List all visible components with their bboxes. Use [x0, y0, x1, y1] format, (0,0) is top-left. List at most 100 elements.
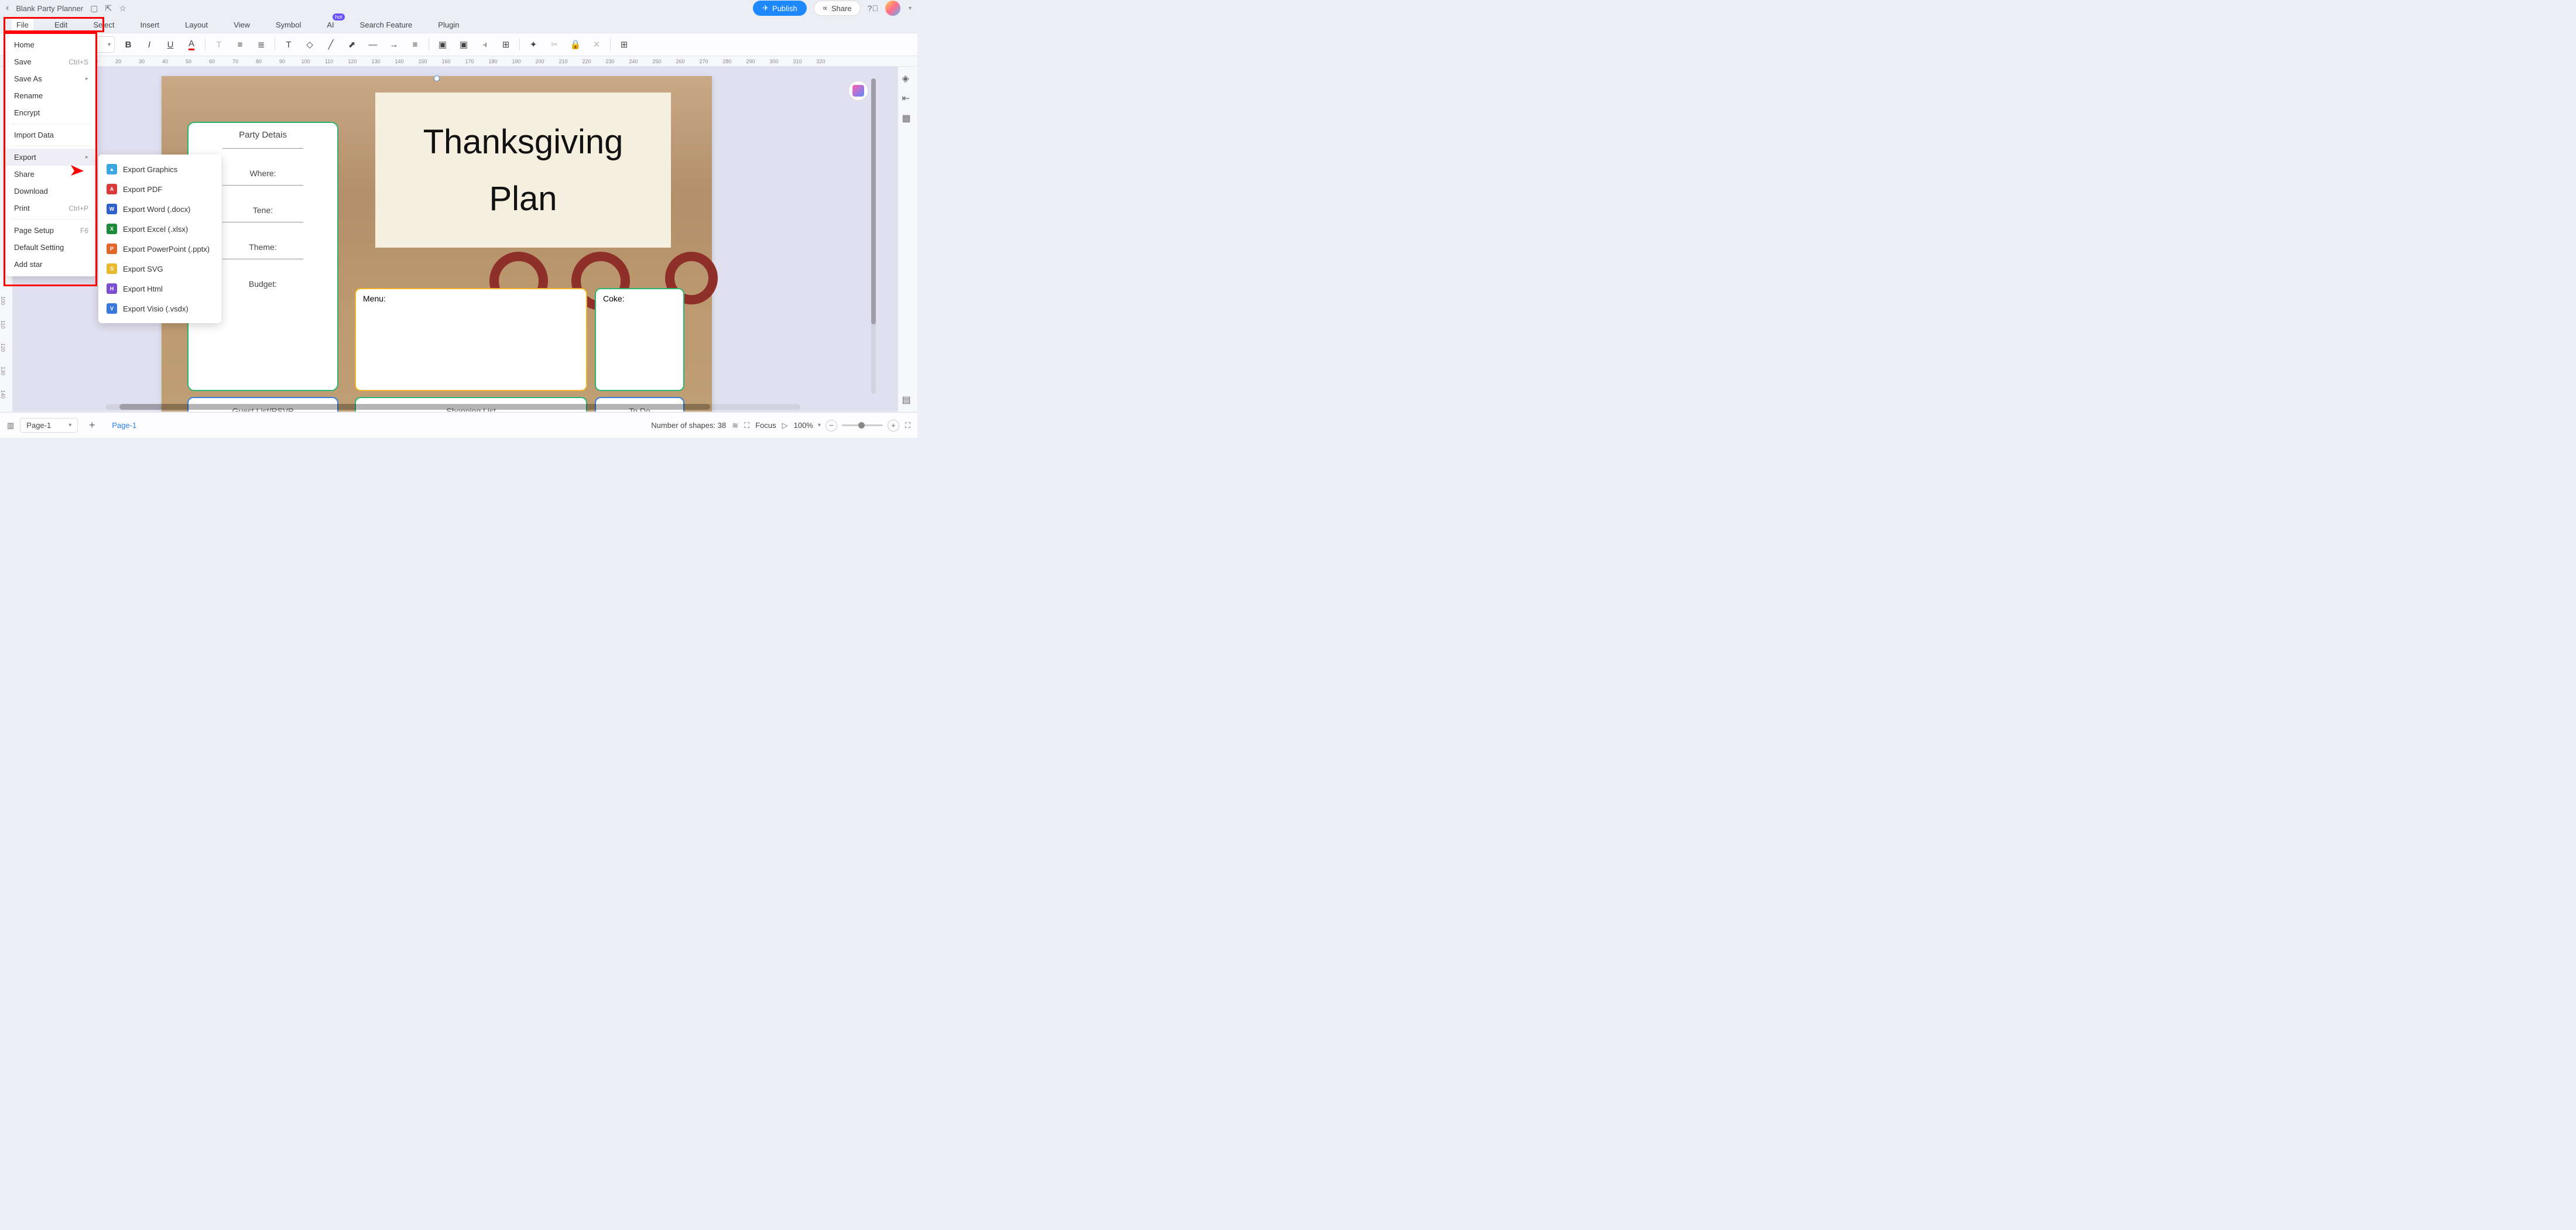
italic-button[interactable]: I	[142, 37, 157, 52]
line-weight-button[interactable]: ≡	[407, 37, 423, 52]
collapse-panel-icon[interactable]: ⇤	[902, 92, 914, 104]
menu-item-encrypt[interactable]: Encrypt	[6, 104, 97, 121]
right-panel: ◈ ⇤ ▦ ▤	[898, 67, 917, 412]
font-case-button[interactable]: T	[211, 37, 227, 52]
file-dropdown-menu: Home SaveCtrl+S Save As▸ Rename Encrypt …	[6, 33, 97, 276]
ai-assistant-button[interactable]	[848, 81, 868, 101]
menu-layout[interactable]: Layout	[180, 18, 213, 32]
user-avatar[interactable]	[885, 1, 900, 16]
menu-item-export[interactable]: Export▸	[6, 149, 97, 166]
title-bar: ‹ Blank Party Planner ▢ ⇱ ☆ ✈ Publish ∝ …	[0, 0, 917, 16]
line-spacing-button[interactable]: ≣	[254, 37, 269, 52]
export-powerpoint[interactable]: PExport PowerPoint (.pptx)	[98, 239, 221, 259]
diamond-tool-icon[interactable]: ◈	[902, 73, 914, 84]
export-pdf[interactable]: AExport PDF	[98, 179, 221, 199]
layers-icon[interactable]: ≋	[732, 421, 738, 430]
underline-button[interactable]: U	[163, 37, 178, 52]
line-style-button[interactable]: —	[365, 37, 381, 52]
open-external-icon[interactable]: ⇱	[105, 4, 112, 13]
grid-view-icon[interactable]: ▦	[902, 112, 914, 124]
fill-button[interactable]: ◇	[302, 37, 317, 52]
arrow-style-button[interactable]: →	[386, 37, 402, 52]
document-name[interactable]: Blank Party Planner	[16, 4, 83, 13]
chevron-down-icon[interactable]: ▾	[818, 422, 821, 429]
export-word[interactable]: WExport Word (.docx)	[98, 199, 221, 219]
panel-toggle-icon[interactable]: ▥	[7, 421, 14, 430]
horizontal-scrollbar[interactable]	[105, 404, 800, 410]
align-objects-button[interactable]: ⫞	[477, 37, 492, 52]
menu-search-feature[interactable]: Search Feature	[355, 18, 417, 32]
bring-front-button[interactable]: ▣	[456, 37, 471, 52]
share-icon: ∝	[823, 4, 828, 13]
export-visio[interactable]: VExport Visio (.vsdx)	[98, 299, 221, 318]
zoom-level[interactable]: 100%	[794, 421, 813, 430]
vertical-scrollbar[interactable]	[871, 78, 876, 394]
menu-view[interactable]: View	[229, 18, 255, 32]
menu-item-page-setup[interactable]: Page SetupF6	[6, 222, 97, 239]
formatting-toolbar: Arial ▾ 12 ▾ B I U A T ≡ ≣ T ◇ ╱ ⬈ — → ≡…	[0, 33, 917, 56]
menu-select[interactable]: Select	[88, 18, 119, 32]
export-excel[interactable]: XExport Excel (.xlsx)	[98, 219, 221, 239]
publish-button[interactable]: ✈ Publish	[753, 1, 807, 16]
menu-symbol[interactable]: Symbol	[271, 18, 306, 32]
submenu-arrow-icon: ▸	[85, 76, 88, 82]
layers-stack-icon[interactable]: ▤	[902, 394, 914, 406]
fit-screen-icon[interactable]: ⛶	[744, 421, 749, 430]
title-text-box[interactable]: Thanksgiving Plan	[375, 92, 671, 248]
play-icon[interactable]: ▷	[782, 421, 788, 430]
menu-bar: File Edit Select Insert Layout View Symb…	[0, 16, 917, 33]
shape-count: Number of shapes: 38	[651, 421, 726, 430]
add-page-button[interactable]: +	[84, 417, 100, 434]
avatar-dropdown-icon[interactable]: ▾	[909, 5, 912, 12]
menu-plugin[interactable]: Plugin	[433, 18, 464, 32]
ai-sparkle-button[interactable]: ✦	[526, 37, 541, 52]
menu-item-default-setting[interactable]: Default Setting	[6, 239, 97, 256]
stroke-color-button[interactable]: ╱	[323, 37, 338, 52]
text-tool-button[interactable]: T	[281, 37, 296, 52]
export-html[interactable]: HExport Html	[98, 279, 221, 299]
crop-button[interactable]: ✂	[547, 37, 562, 52]
help-icon[interactable]: ?⃝	[868, 4, 878, 13]
send-back-button[interactable]: ▣	[435, 37, 450, 52]
menu-item-print[interactable]: PrintCtrl+P	[6, 200, 97, 217]
lock-button[interactable]: 🔒	[568, 37, 583, 52]
zoom-control: 100% ▾ − +	[794, 420, 899, 431]
save-icon[interactable]: ▢	[90, 4, 98, 13]
zoom-in-button[interactable]: +	[888, 420, 899, 431]
table-button[interactable]: ⊞	[616, 37, 632, 52]
tools-button[interactable]: ✕	[589, 37, 604, 52]
menu-box[interactable]: Menu:	[355, 288, 587, 391]
menu-item-save[interactable]: SaveCtrl+S	[6, 53, 97, 70]
focus-label[interactable]: Focus	[755, 421, 776, 430]
connector-button[interactable]: ⬈	[344, 37, 359, 52]
menu-file[interactable]: File	[12, 18, 33, 32]
align-button[interactable]: ≡	[232, 37, 248, 52]
menu-ai[interactable]: AI hot	[322, 18, 338, 32]
bold-button[interactable]: B	[121, 37, 136, 52]
font-color-button[interactable]: A	[184, 37, 199, 52]
export-graphics[interactable]: ▲Export Graphics	[98, 159, 221, 179]
zoom-out-button[interactable]: −	[825, 420, 837, 431]
menu-item-share[interactable]: Share	[6, 166, 97, 183]
export-svg[interactable]: SExport SVG	[98, 259, 221, 279]
fullscreen-icon[interactable]: ⛶	[905, 421, 910, 430]
page-handle[interactable]	[434, 76, 440, 81]
menu-item-add-star[interactable]: Add star	[6, 256, 97, 273]
chevron-down-icon: ▾	[68, 422, 71, 429]
menu-item-home[interactable]: Home	[6, 36, 97, 53]
zoom-slider[interactable]	[842, 424, 883, 426]
group-button[interactable]: ⊞	[498, 37, 513, 52]
share-button[interactable]: ∝ Share	[814, 1, 861, 16]
page-selector[interactable]: Page-1 ▾	[20, 418, 78, 433]
menu-edit[interactable]: Edit	[50, 18, 72, 32]
menu-item-import-data[interactable]: Import Data	[6, 126, 97, 143]
star-icon[interactable]: ☆	[119, 4, 126, 13]
menu-item-save-as[interactable]: Save As▸	[6, 70, 97, 87]
menu-insert[interactable]: Insert	[136, 18, 165, 32]
menu-item-rename[interactable]: Rename	[6, 87, 97, 104]
page-background[interactable]: Thanksgiving Plan Party Detais Where: Te…	[162, 76, 712, 412]
back-icon[interactable]: ‹	[6, 3, 9, 13]
menu-item-download[interactable]: Download	[6, 183, 97, 200]
page-tab[interactable]: Page-1	[106, 419, 142, 432]
coke-box[interactable]: Coke:	[595, 288, 684, 391]
